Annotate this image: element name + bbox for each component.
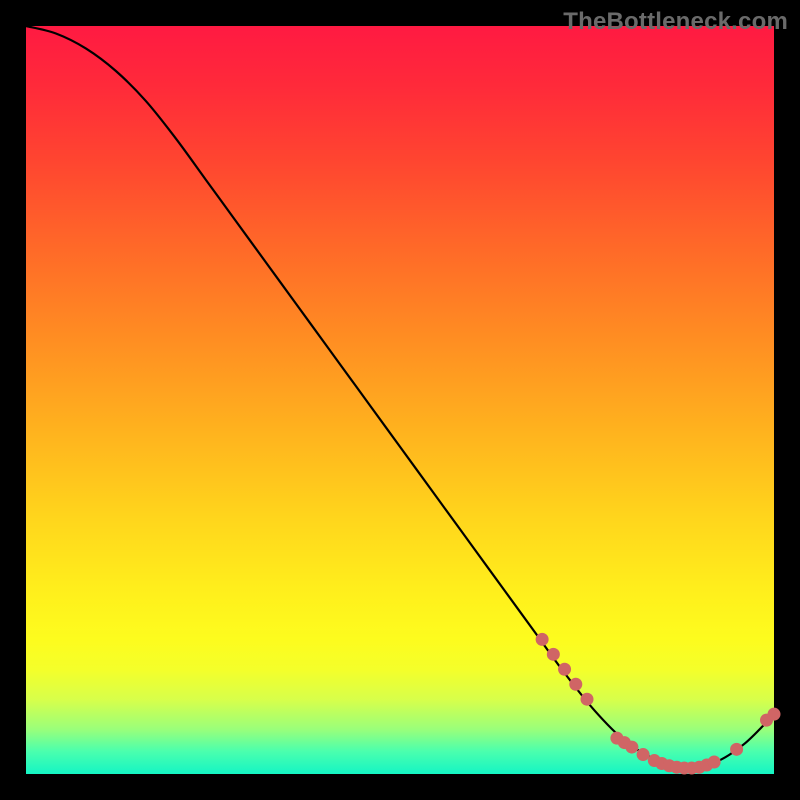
data-curve <box>26 26 774 768</box>
plot-area <box>26 26 774 774</box>
data-marker <box>768 708 781 721</box>
data-marker <box>625 741 638 754</box>
data-marker <box>536 633 549 646</box>
data-marker <box>569 678 582 691</box>
data-marker <box>581 693 594 706</box>
data-marker <box>547 648 560 661</box>
chart-canvas: TheBottleneck.com <box>0 0 800 800</box>
data-marker <box>708 756 721 769</box>
chart-svg <box>26 26 774 774</box>
data-markers <box>536 633 781 775</box>
watermark-text: TheBottleneck.com <box>563 8 788 36</box>
data-marker <box>730 743 743 756</box>
data-marker <box>558 663 571 676</box>
data-marker <box>637 748 650 761</box>
